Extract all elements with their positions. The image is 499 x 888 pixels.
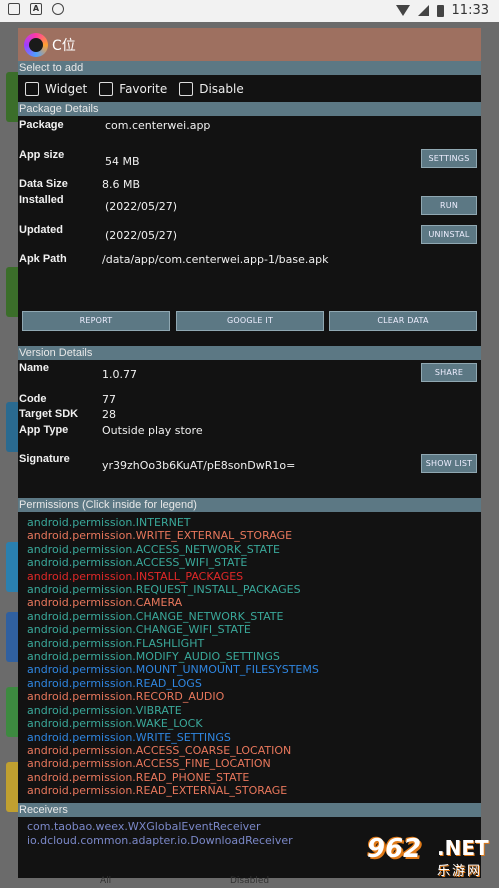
permission-item: android.permission.ACCESS_WIFI_STATE [27,556,248,570]
permission-item: android.permission.READ_PHONE_STATE [27,770,250,784]
permission-item: android.permission.WRITE_SETTINGS [27,730,231,744]
permission-item: android.permission.WRITE_EXTERNAL_STORAG… [27,529,293,543]
permission-item: android.permission.CHANGE_NETWORK_STATE [27,609,284,623]
clear-data-button[interactable]: CLEAR DATA [329,311,477,331]
permissions-list[interactable]: android.permission.INTERNET android.permi… [18,512,481,803]
wifi-icon [395,5,410,16]
updated-label: Updated [19,224,63,236]
permission-item: android.permission.CAMERA [27,596,183,610]
signature-value: yr39zhOo3b6KuAT/pE8sonDwR1o= [102,459,296,472]
permission-item: android.permission.ACCESS_NETWORK_STATE [27,542,280,556]
uninstall-button[interactable]: UNINSTAL [421,225,477,244]
favorite-checkbox-label: Favorite [119,81,168,96]
version-details: Name 1.0.77 SHARE Code 77 Target SDK 28 … [18,360,481,498]
status-bar: A 11:33 [0,0,499,22]
disable-checkbox[interactable]: Disable [179,81,244,96]
signature-label: Signature [19,453,70,465]
widget-checkbox[interactable]: Widget [25,81,88,96]
data-size-value: 8.6 MB [102,178,141,191]
run-button[interactable]: RUN [421,196,477,215]
permission-item: android.permission.VIBRATE [27,703,182,717]
select-to-add-options: Widget Favorite Disable [18,75,481,102]
package-label: Package [19,119,64,131]
permission-item: android.permission.RECORD_AUDIO [27,690,225,704]
dialog-title: C位 [52,37,76,54]
permission-item: android.permission.CHANGE_WIFI_STATE [27,623,251,637]
version-name-label: Name [19,362,49,374]
watermark-chinese: 乐游网 [437,864,483,879]
app-size-label: App size [19,149,65,161]
checkbox-icon[interactable] [179,81,194,96]
a-notification-icon: A [30,3,42,15]
updated-value: (2022/05/27) [105,229,177,242]
permission-item: android.permission.ACCESS_COARSE_LOCATIO… [27,743,292,757]
package-value: com.centerwei.app [105,119,211,132]
target-sdk-label: Target SDK [19,408,79,420]
permission-item: android.permission.MODIFY_AUDIO_SETTINGS [27,650,280,664]
permission-item: android.permission.WAKE_LOCK [27,717,203,731]
app-type-label: App Type [19,424,69,436]
installed-value: (2022/05/27) [105,200,177,213]
apk-path-value: /data/app/com.centerwei.app-1/base.apk [102,253,329,266]
version-details-header: Version Details [18,346,481,360]
checkbox-icon[interactable] [25,81,39,96]
select-to-add-header: Select to add [18,61,481,75]
tab-disabled[interactable]: Disabled [230,876,269,886]
status-time: 11:33 [451,3,489,18]
code-label: Code [19,393,47,405]
app-logo-icon [24,32,48,57]
status-notification-icons: A [8,3,64,15]
watermark-suffix: .NET [437,836,489,860]
battery-icon [436,4,444,17]
share-button[interactable]: SHARE [421,363,477,382]
permission-item: android.permission.MOUNT_UNMOUNT_FILESYS… [27,663,319,677]
app-size-value: 54 MB [105,155,140,168]
settings-button[interactable]: SETTINGS [421,149,477,168]
target-sdk-value: 28 [102,408,116,421]
app-notification-icon [8,3,20,15]
report-button[interactable]: REPORT [22,311,170,331]
disable-checkbox-label: Disable [199,81,244,96]
signal-icon [417,5,429,16]
apk-path-label: Apk Path [19,253,67,265]
permission-item: android.permission.INTERNET [27,516,191,529]
code-value: 77 [102,393,116,406]
permission-item: android.permission.ACCESS_FINE_LOCATION [27,757,271,771]
watermark-number: 962 [367,834,422,864]
version-name-value: 1.0.77 [102,368,137,381]
widget-checkbox-label: Widget [45,81,88,96]
installed-label: Installed [19,194,64,206]
permission-item: android.permission.REQUEST_INSTALL_PACKA… [27,583,301,597]
package-details-header: Package Details [18,102,481,116]
permission-item: android.permission.INSTALL_PACKAGES [27,569,244,583]
permission-item: android.permission.READ_LOGS [27,676,202,690]
checkbox-icon[interactable] [99,81,114,96]
package-details: Package com.centerwei.app App size 54 MB… [18,116,481,346]
google-it-button[interactable]: GOOGLE IT [176,311,324,331]
permission-item: android.permission.FLASHLIGHT [27,636,205,650]
permission-item: android.permission.READ_EXTERNAL_STORAGE [27,784,288,798]
app-type-value: Outside play store [102,424,203,437]
permissions-header[interactable]: Permissions (Click inside for legend) [18,498,481,512]
tab-all[interactable]: All [100,876,111,886]
app-details-dialog: C位 Select to add Widget Favorite Disable… [18,28,481,878]
status-system-icons: 11:33 [395,3,489,18]
receiver-item: com.taobao.weex.WXGlobalEventReceiver [27,820,261,833]
data-size-label: Data Size [19,178,68,190]
dialog-titlebar: C位 [18,28,481,61]
receivers-header: Receivers [18,803,481,817]
cast-notification-icon [52,3,64,15]
watermark-logo: 962 .NET 乐游网 [367,834,495,880]
show-list-button[interactable]: SHOW LIST [421,454,477,473]
favorite-checkbox[interactable]: Favorite [99,81,168,96]
